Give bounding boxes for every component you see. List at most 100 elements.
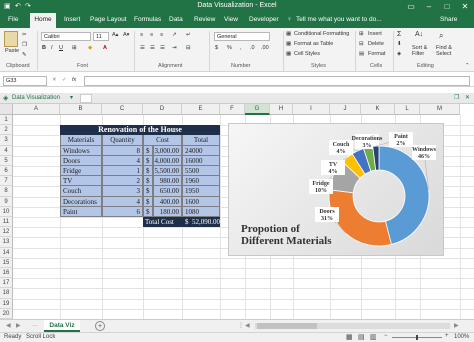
cell-material[interactable]: Paint: [60, 206, 102, 217]
header-quantity[interactable]: Quantity: [102, 135, 143, 146]
name-box[interactable]: G33: [3, 76, 47, 86]
cell-total[interactable]: 1080: [182, 206, 220, 217]
cell-material[interactable]: Decorations: [60, 196, 102, 207]
row-header-11[interactable]: 11: [0, 217, 13, 228]
cell-cost[interactable]: 180.00: [153, 206, 182, 217]
grow-font-icon[interactable]: A▴: [112, 32, 118, 38]
maximize-button[interactable]: □: [438, 0, 456, 13]
delete-cells-button[interactable]: Delete: [368, 41, 384, 47]
find-select-button[interactable]: Find & Select: [436, 45, 460, 57]
format-painter-icon[interactable]: ✎: [22, 52, 27, 58]
bold-button[interactable]: B: [42, 45, 46, 51]
copy-icon[interactable]: ❐: [22, 42, 27, 48]
zoom-level[interactable]: 100%: [454, 334, 469, 340]
column-header-k[interactable]: K: [361, 104, 395, 115]
cell-cost[interactable]: 3,000.00: [153, 145, 182, 156]
fill-icon[interactable]: ⬇: [397, 41, 402, 47]
bottom-align-icon[interactable]: ≡: [160, 32, 163, 38]
format-as-table-button[interactable]: Format as Table: [294, 41, 333, 47]
column-header-d[interactable]: D: [143, 104, 182, 115]
column-header-h[interactable]: H: [270, 104, 293, 115]
zoom-slider-thumb[interactable]: [416, 335, 418, 340]
row-header-7[interactable]: 7: [0, 176, 13, 187]
wrap-text-icon[interactable]: ↵: [186, 32, 191, 38]
autosum-button[interactable]: Σ: [397, 31, 401, 38]
column-header-g[interactable]: G: [245, 104, 270, 115]
tab-home[interactable]: Home: [30, 13, 56, 28]
header-total[interactable]: Total: [182, 135, 220, 146]
normal-view-icon[interactable]: ▦: [346, 333, 353, 341]
borders-icon[interactable]: ⊞: [72, 45, 77, 51]
column-header-b[interactable]: B: [60, 104, 102, 115]
column-header-e[interactable]: E: [182, 104, 220, 115]
new-tab-box[interactable]: [80, 94, 92, 103]
italic-button[interactable]: I: [51, 45, 53, 51]
cell-currency[interactable]: $: [143, 196, 153, 207]
row-header-12[interactable]: 12: [0, 227, 13, 238]
column-header-j[interactable]: J: [330, 104, 361, 115]
table-title[interactable]: Renovation of the House: [60, 125, 220, 136]
comma-style-icon[interactable]: ,: [240, 45, 242, 51]
cell-quantity[interactable]: 1: [102, 166, 143, 177]
number-format-select[interactable]: General: [214, 32, 270, 41]
cell-total[interactable]: 1950: [182, 186, 220, 197]
column-header-m[interactable]: M: [420, 104, 460, 115]
cell-total[interactable]: 16000: [182, 155, 220, 166]
row-header-6[interactable]: 6: [0, 166, 13, 177]
enter-button[interactable]: ✓: [62, 77, 67, 83]
cell-quantity[interactable]: 4: [102, 196, 143, 207]
cell-cost[interactable]: 5,500.00: [153, 166, 182, 177]
sheet-tab-data-viz[interactable]: Data Viz: [44, 320, 80, 332]
column-header-f[interactable]: F: [220, 104, 245, 115]
workbook-tab[interactable]: Data Visualization: [12, 95, 60, 101]
collapse-ribbon-icon[interactable]: ⌃: [465, 63, 470, 69]
row-header-19[interactable]: 19: [0, 298, 13, 309]
cell-currency[interactable]: $: [143, 206, 153, 217]
row-header-18[interactable]: 18: [0, 288, 13, 299]
donut-chart[interactable]: Windows 46% Doors 31% Fridge 10% TV 4% Couch 4% De…: [228, 123, 444, 256]
align-left-icon[interactable]: ☰: [140, 45, 145, 51]
cell-material[interactable]: Fridge: [60, 166, 102, 177]
minimize-button[interactable]: –: [420, 0, 438, 13]
cell-total[interactable]: 24000: [182, 145, 220, 156]
total-cost-label[interactable]: Total Cost: [143, 217, 182, 228]
cell-quantity[interactable]: 6: [102, 206, 143, 217]
insert-function-button[interactable]: fx: [72, 77, 76, 83]
format-cells-button[interactable]: Format: [368, 51, 385, 57]
row-header-15[interactable]: 15: [0, 257, 13, 268]
row-header-17[interactable]: 17: [0, 278, 13, 289]
cell-material[interactable]: Couch: [60, 186, 102, 197]
close-workbook-icon[interactable]: ✕: [465, 94, 470, 101]
cell-quantity[interactable]: 3: [102, 186, 143, 197]
cell-cost[interactable]: 400.00: [153, 196, 182, 207]
cell-currency[interactable]: $: [143, 166, 153, 177]
cut-icon[interactable]: ✂: [22, 32, 27, 38]
column-header-c[interactable]: C: [102, 104, 143, 115]
orientation-icon[interactable]: ↗: [172, 32, 177, 38]
tell-me-search[interactable]: Tell me what you want to do...: [296, 16, 382, 23]
prev-sheet-icon[interactable]: ◀: [6, 322, 11, 329]
tab-page-layout[interactable]: Page Layout: [90, 16, 127, 23]
tab-formulas[interactable]: Formulas: [134, 16, 161, 23]
cell-total[interactable]: 5500: [182, 166, 220, 177]
cell-cost[interactable]: 980.00: [153, 176, 182, 187]
tab-developer[interactable]: Developer: [249, 16, 279, 23]
column-header-i[interactable]: I: [293, 104, 330, 115]
sheet-tabs-splitter-icon[interactable]: ⋮: [238, 322, 244, 329]
currency-button[interactable]: $: [215, 45, 218, 51]
cell-currency[interactable]: $: [143, 176, 153, 187]
fill-color-icon[interactable]: ◆: [88, 45, 92, 51]
font-size-select[interactable]: 11: [93, 32, 109, 41]
align-center-icon[interactable]: ☰: [150, 45, 155, 51]
new-sheet-button[interactable]: +: [95, 321, 105, 331]
row-header-8[interactable]: 8: [0, 186, 13, 197]
tab-review[interactable]: Review: [194, 16, 215, 23]
tab-file[interactable]: File: [8, 16, 18, 23]
indent-icon[interactable]: ⇥: [172, 45, 177, 51]
cell-currency[interactable]: $: [143, 155, 153, 166]
top-align-icon[interactable]: ≡: [140, 32, 143, 38]
cell-cost[interactable]: 4,000.00: [153, 155, 182, 166]
restore-icon[interactable]: ❐: [454, 94, 459, 101]
zoom-out-button[interactable]: −: [384, 333, 388, 339]
share-button[interactable]: Share: [440, 16, 457, 23]
